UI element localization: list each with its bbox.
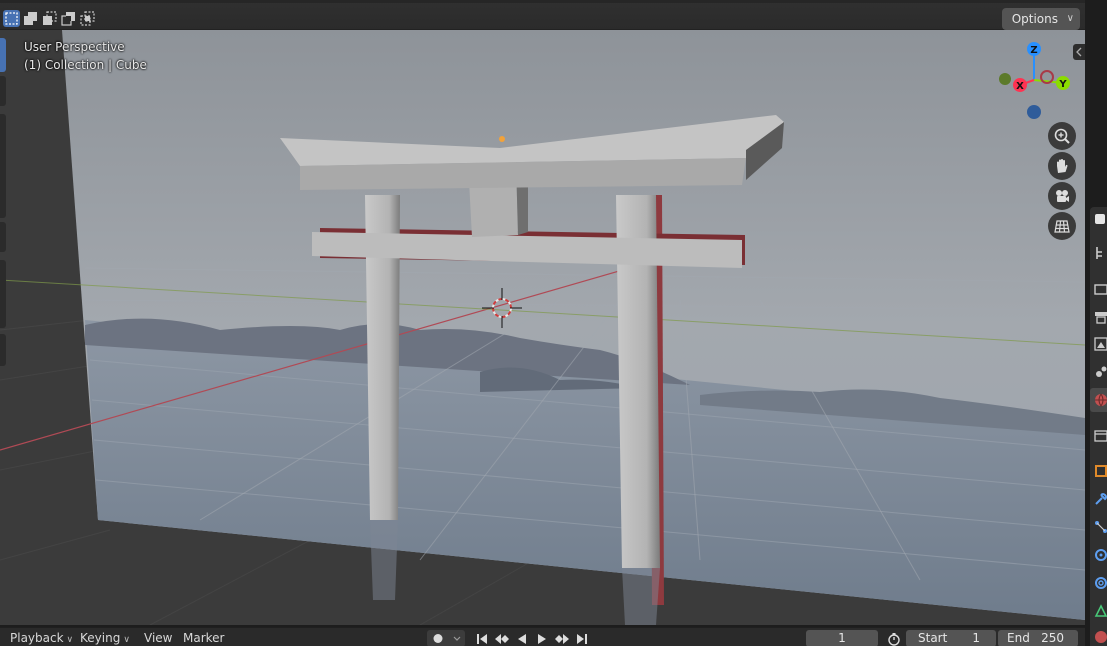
mode-new-icon[interactable] (22, 10, 39, 27)
select-mode-group[interactable] (3, 10, 96, 28)
view-menu[interactable]: View (144, 630, 172, 646)
chevron-down-icon: ∨ (123, 635, 130, 645)
pan-hand-icon[interactable] (1048, 152, 1076, 180)
mode-extend-icon[interactable] (41, 10, 58, 27)
prev-keyframe-icon[interactable] (493, 631, 511, 646)
toolbar-tab[interactable] (0, 334, 6, 366)
start-label: Start (918, 631, 948, 645)
output-icon[interactable] (1094, 282, 1107, 296)
particles-icon[interactable] (1094, 492, 1107, 506)
play-reverse-icon[interactable] (513, 631, 531, 646)
physics-icon[interactable] (1094, 520, 1107, 534)
scene-icon[interactable] (1094, 337, 1107, 351)
object-icon[interactable] (1094, 429, 1107, 443)
chevron-down-icon: ∨ (1066, 13, 1074, 24)
current-frame-field[interactable]: 1 (806, 630, 878, 646)
render-icon[interactable] (1094, 246, 1107, 260)
gizmo-x-label: X (1016, 81, 1024, 92)
options-dropdown[interactable]: Options ∨ (1001, 8, 1080, 30)
toolbar-tab[interactable] (0, 76, 6, 106)
keying-menu[interactable]: Keying ∨ (80, 630, 130, 646)
playback-label: Playback (10, 631, 64, 645)
stopwatch-icon[interactable] (885, 631, 903, 646)
zoom-icon[interactable] (1048, 122, 1076, 150)
jump-end-icon[interactable] (573, 631, 591, 646)
toolbar-tab[interactable] (0, 114, 6, 218)
ortho-grid-icon[interactable] (1048, 212, 1076, 240)
3d-viewport[interactable]: User Perspective (1) Collection | Cube Z… (0, 0, 1085, 625)
jump-start-icon[interactable] (473, 631, 491, 646)
auto-keying-toggle[interactable] (427, 630, 465, 646)
modifier-icon[interactable] (1094, 464, 1107, 478)
world-icon[interactable] (1094, 364, 1107, 378)
end-label: End (1007, 631, 1030, 645)
viewport-header: Options ∨ (0, 0, 1085, 30)
data-icon[interactable] (1094, 576, 1107, 590)
header-top-edge (0, 0, 1085, 3)
camera-icon[interactable] (1048, 182, 1076, 210)
mode-intersect-icon[interactable] (79, 10, 96, 27)
chevron-down-icon: ∨ (66, 635, 74, 645)
next-keyframe-icon[interactable] (553, 631, 571, 646)
select-box-icon[interactable] (3, 10, 20, 27)
scene-render[interactable] (0, 0, 1085, 625)
toolbar-tab[interactable] (0, 260, 6, 328)
collection-icon[interactable] (1094, 393, 1107, 407)
current-frame-value: 1 (838, 631, 846, 645)
record-icon (433, 634, 461, 643)
sidebar-expand-icon[interactable] (1073, 44, 1085, 60)
playback-menu[interactable]: Playback ∨ (10, 630, 73, 646)
constraints-icon[interactable] (1094, 548, 1107, 562)
navigation-gizmo[interactable]: Z Y X (995, 40, 1075, 120)
view-layer-icon[interactable] (1094, 310, 1107, 324)
timeline-header: Playback ∨ Keying ∨ View Marker 1 Start 1 … (0, 627, 1085, 646)
gizmo-y-label: Y (1058, 79, 1067, 90)
play-icon[interactable] (533, 631, 551, 646)
view-label: View (144, 631, 173, 645)
texture-icon[interactable] (1094, 630, 1107, 644)
properties-editor-edge (1085, 0, 1107, 646)
marker-label: Marker (183, 631, 225, 645)
gizmo-z-label: Z (1030, 45, 1037, 56)
mode-subtract-icon[interactable] (60, 10, 77, 27)
material-icon[interactable] (1094, 604, 1107, 618)
keying-label: Keying (80, 631, 121, 645)
collection-object-label: (1) Collection | Cube (24, 58, 147, 72)
end-value: 250 (1041, 631, 1064, 645)
view-name-label: User Perspective (24, 40, 125, 54)
toolbar-tab-active[interactable] (0, 38, 6, 72)
options-label: Options (1011, 12, 1058, 26)
tool-icon[interactable] (1094, 212, 1107, 226)
marker-menu[interactable]: Marker (183, 630, 224, 646)
end-frame-field[interactable]: End 250 (998, 630, 1078, 646)
start-frame-field[interactable]: Start 1 (906, 630, 996, 646)
start-value: 1 (972, 631, 980, 645)
toolbar-tab[interactable] (0, 222, 6, 252)
